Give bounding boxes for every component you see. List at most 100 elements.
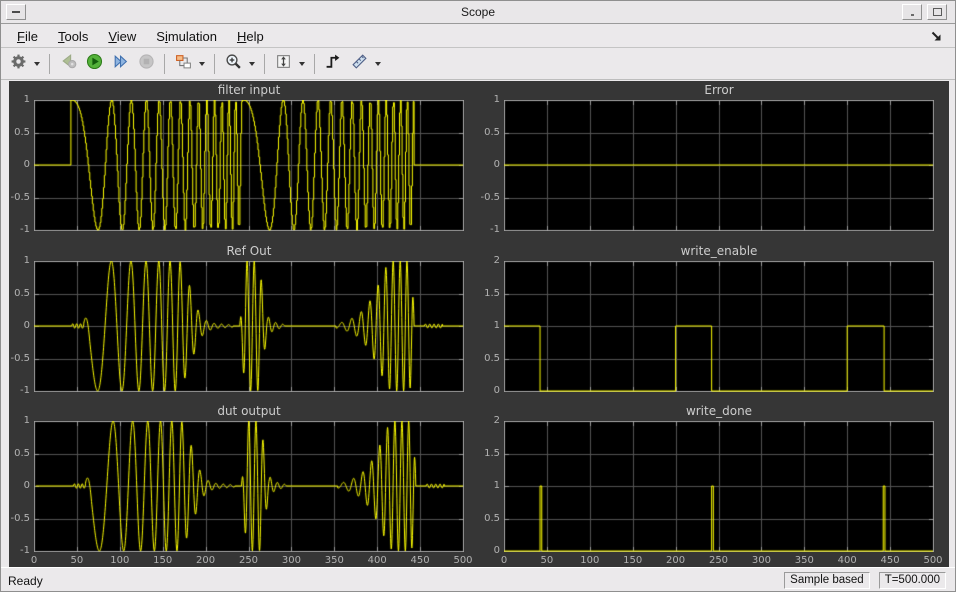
step-back-button [56,52,80,76]
y-tick-label: 0 [474,385,500,396]
dock-arrow-icon[interactable] [930,30,943,48]
scope-parameters-gear-icon [10,53,27,75]
x-tick-label: 450 [400,555,440,566]
y-tick-label: 0.5 [474,127,500,138]
x-tick-label: 0 [484,555,524,566]
plot-title-dut-output: dut output [34,404,464,418]
y-tick-label: 0 [4,480,30,491]
x-tick-label: 300 [741,555,781,566]
plot-title-write-enable: write_enable [504,244,934,258]
run-play-icon [86,53,103,75]
y-tick-label: -1 [4,224,30,235]
y-tick-label: -0.5 [474,192,500,203]
plot-title-ref-out: Ref Out [34,244,464,258]
x-tick-label: 150 [613,555,653,566]
toolbar-separator [49,54,50,74]
menu-tools[interactable]: Tools [48,27,98,46]
toolbar-separator [264,54,265,74]
highlight-simulink-block-dropdown[interactable] [196,52,207,76]
y-tick-label: -1 [4,385,30,396]
y-tick-label: 0.5 [474,513,500,524]
x-tick-label: 300 [271,555,311,566]
x-tick-label: 350 [784,555,824,566]
plot-title-error: Error [504,83,934,97]
x-tick-label: 50 [527,555,567,566]
cursor-measurements-icon [351,53,368,75]
plot-canvas-write-done[interactable] [504,421,934,552]
run-play-button[interactable] [82,52,106,76]
zoom-in-icon [225,53,242,75]
y-tick-label: 0 [4,320,30,331]
trigger-button[interactable] [321,52,345,76]
scope-parameters-gear-button[interactable] [6,52,30,76]
menu-help[interactable]: Help [227,27,274,46]
y-tick-label: 0.5 [4,127,30,138]
x-tick-label: 50 [57,555,97,566]
x-tick-label: 350 [314,555,354,566]
status-sample-mode: Sample based [784,572,870,589]
x-tick-label: 500 [443,555,483,566]
cursor-measurements-dropdown[interactable] [372,52,383,76]
highlight-simulink-block-button[interactable] [171,52,195,76]
window-menu-button[interactable] [6,4,26,20]
y-tick-label: -0.5 [4,353,30,364]
x-tick-label: 450 [870,555,910,566]
minimize-icon [911,14,914,16]
zoom-in-button[interactable] [221,52,245,76]
statusbar: Ready Sample based T=500.000 [1,567,955,592]
plot-canvas-error[interactable] [504,100,934,231]
y-tick-label: 0.5 [474,353,500,364]
stop-button [134,52,158,76]
y-tick-label: 1.5 [474,288,500,299]
x-tick-label: 200 [656,555,696,566]
scale-axes-limits-dropdown[interactable] [296,52,307,76]
x-tick-label: 0 [14,555,54,566]
toolbar-separator [164,54,165,74]
y-tick-label: -0.5 [4,513,30,524]
status-sim-time: T=500.000 [879,572,946,589]
scope-display: filter input-1-0.500.51Error-1-0.500.51R… [9,81,949,567]
plot-canvas-write-enable[interactable] [504,261,934,392]
y-tick-label: 2 [474,415,500,426]
y-tick-label: 0.5 [4,448,30,459]
scope-window: Scope FileToolsViewSimulationHelp filter… [0,0,956,592]
y-tick-label: 0 [4,159,30,170]
stop-icon [138,53,155,75]
plot-canvas-dut-output[interactable] [34,421,464,552]
menu-simulation[interactable]: Simulation [146,27,227,46]
x-tick-label: 400 [827,555,867,566]
step-forward-button[interactable] [108,52,132,76]
status-message: Ready [8,574,43,588]
y-tick-label: 1 [474,94,500,105]
y-tick-label: 0.5 [4,288,30,299]
scope-parameters-gear-dropdown[interactable] [31,52,42,76]
step-forward-icon [112,53,129,75]
plot-canvas-ref-out[interactable] [34,261,464,392]
x-tick-label: 250 [229,555,269,566]
highlight-simulink-block-icon [175,53,192,75]
trigger-icon [325,53,342,75]
maximize-icon [933,8,942,16]
cursor-measurements-button[interactable] [347,52,371,76]
y-tick-label: 1 [474,480,500,491]
step-back-icon [60,53,77,75]
menubar: FileToolsViewSimulationHelp [1,25,955,48]
y-tick-label: 1 [4,94,30,105]
toolbar-separator [214,54,215,74]
toolbar-separator [314,54,315,74]
x-tick-label: 400 [357,555,397,566]
y-tick-label: 1.5 [474,448,500,459]
zoom-in-dropdown[interactable] [246,52,257,76]
menu-view[interactable]: View [98,27,146,46]
menu-file[interactable]: File [7,27,48,46]
plot-title-filter-input: filter input [34,83,464,97]
maximize-button[interactable] [927,4,947,20]
scale-axes-limits-button[interactable] [271,52,295,76]
titlebar: Scope [1,1,955,24]
plot-canvas-filter-input[interactable] [34,100,464,231]
toolbar [1,49,955,80]
x-tick-label: 200 [186,555,226,566]
minimize-button[interactable] [902,4,922,20]
y-tick-label: 2 [474,255,500,266]
x-tick-label: 500 [913,555,953,566]
